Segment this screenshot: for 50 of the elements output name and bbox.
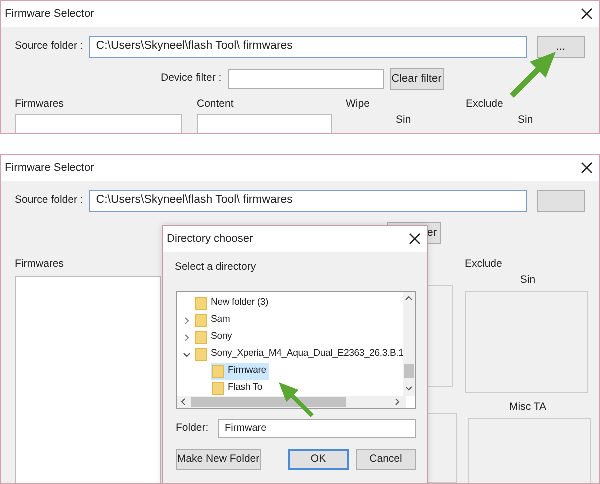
arrow-icon — [279, 381, 317, 419]
window-title: Firmware Selector — [5, 160, 94, 176]
vertical-scrollbar[interactable] — [403, 292, 415, 396]
close-icon[interactable] — [581, 162, 593, 174]
window-title: Directory chooser — [167, 232, 254, 247]
list-box[interactable] — [468, 418, 591, 483]
device-filter-field[interactable] — [228, 69, 384, 89]
folder-field[interactable]: Firmware — [218, 419, 416, 438]
tree-item[interactable]: Sony — [194, 329, 236, 346]
prompt-text: Select a directory — [175, 261, 258, 274]
field-label: Device filter : — [161, 72, 222, 86]
folder-icon — [212, 364, 224, 379]
folder-icon — [212, 382, 224, 396]
tree-item[interactable]: Sam — [194, 312, 234, 330]
browse-button[interactable]: ... — [537, 36, 585, 58]
close-icon[interactable] — [581, 8, 593, 20]
column-label: Sin — [518, 114, 534, 128]
source-folder-field[interactable]: C:\Users\Skyneel\flash Tool\ firmwares — [89, 190, 527, 212]
folder-icon — [195, 348, 207, 362]
column-label: Misc TA — [510, 401, 546, 414]
list-box[interactable] — [465, 291, 588, 394]
field-label: Source folder : — [15, 40, 84, 54]
chevron-down-icon[interactable] — [183, 350, 191, 359]
tree-item[interactable]: Firmware — [211, 363, 270, 380]
tree-item[interactable]: Sony_Xperia_M4_Aqua_Dual_E2363_26.3.B.1 — [194, 346, 407, 364]
tree-item[interactable]: New folder (3) — [194, 295, 272, 312]
section-label: Firmwares — [15, 98, 65, 112]
folder-icon — [195, 296, 207, 311]
section-label: Firmwares — [15, 258, 65, 272]
column-label: Sin — [396, 114, 412, 128]
folder-tree[interactable]: New folder (3) Sam Sony Sony_Xperia_M4_Aqua_Dual_E2363_26.3.B.1 Firmware Flash To — [176, 291, 416, 410]
dialog-button[interactable]: OK — [288, 449, 350, 470]
field-label: Folder: — [176, 422, 210, 436]
folder-icon — [195, 314, 207, 328]
section-label: Exclude — [466, 98, 504, 112]
horizontal-scrollbar[interactable] — [177, 396, 406, 408]
dialog-button[interactable]: Cancel — [356, 449, 416, 470]
column-label: Sin — [520, 274, 536, 288]
section-label: Exclude — [465, 258, 504, 272]
tree-item[interactable]: Flash To — [211, 380, 266, 398]
folder-icon — [195, 330, 207, 345]
section-label: Wipe — [346, 98, 371, 112]
section-label: Content — [197, 98, 235, 112]
window-title: Firmware Selector — [5, 6, 94, 22]
dialog-button[interactable]: Make New Folder — [176, 449, 261, 470]
browse-button[interactable] — [537, 190, 585, 212]
field-label: Source folder : — [15, 194, 84, 208]
source-folder-field[interactable]: C:\Users\Skyneel\flash Tool\ firmwares — [89, 36, 527, 58]
clear-filter-button[interactable]: Clear filter — [390, 68, 444, 90]
close-icon[interactable] — [409, 233, 421, 245]
